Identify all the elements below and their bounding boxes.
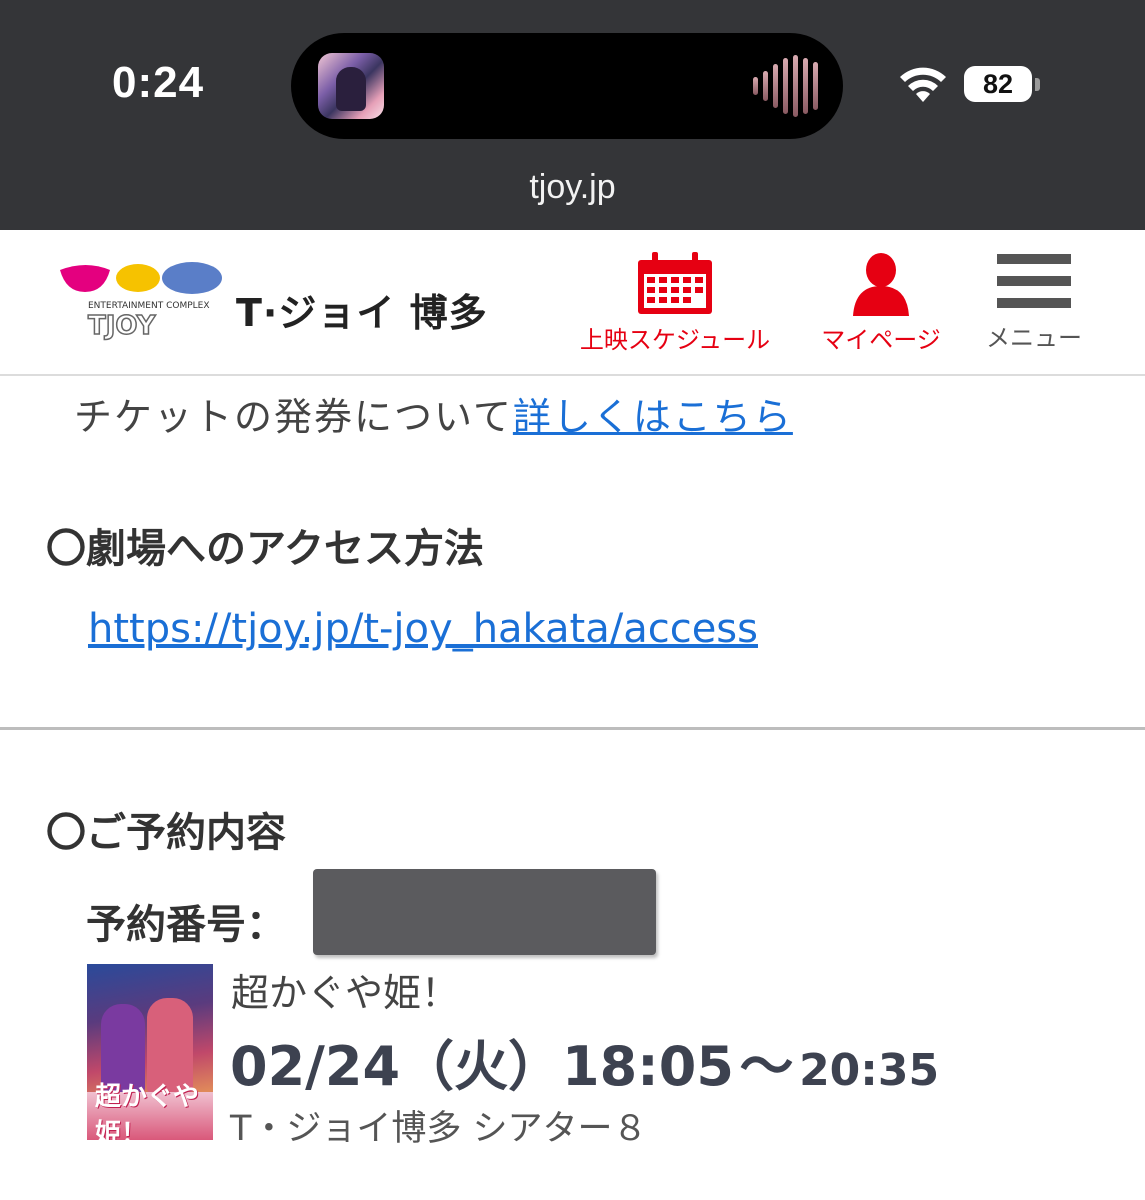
end-time: 20:35 [799,1045,940,1096]
reservation-number-label: 予約番号： [86,902,286,948]
audio-waveform-icon [751,55,821,117]
time-separator: 〜 [739,1035,794,1098]
theater-name: T·ジョイ 博多 [236,291,488,335]
access-link[interactable]: https://tjoy.jp/t-joy_hakata/access [88,606,758,652]
status-bar: 0:24 82 tjoy.jp [0,0,1145,230]
now-playing-artwork [318,53,384,119]
access-heading: 〇劇場へのアクセス方法 [46,526,484,572]
site-header: ENTERTAINMENT COMPLEX TJOY T·ジョイ 博多 上映スケ… [0,230,1145,376]
poster-title: 超かぐや姫！ [95,1082,200,1140]
dynamic-island[interactable] [291,33,843,139]
nav-schedule-button[interactable]: 上映スケジュール [572,252,778,355]
hamburger-menu-icon [997,254,1071,308]
venue-screen: T・ジョイ博多 シアター８ [230,1109,648,1149]
showtime: 02/24（火）18:05 〜 20:35 [230,1022,939,1101]
user-icon [853,253,909,316]
nav-schedule-label: 上映スケジュール [579,326,771,354]
svg-text:ENTERTAINMENT COMPLEX: ENTERTAINMENT COMPLEX [88,301,210,311]
calendar-icon [638,252,712,314]
nav-mypage-button[interactable]: マイページ [816,252,946,355]
reservation-heading: 〇ご予約内容 [46,810,286,856]
battery-nub [1035,78,1040,91]
details-link[interactable]: 詳しくはこちら [513,395,793,439]
nav-menu-label: メニュー [986,324,1082,352]
nav-mypage-label: マイページ [821,326,941,354]
ticket-issuance-note: チケットの発券について詳しくはこちら [74,386,793,441]
tjoy-logo[interactable]: ENTERTAINMENT COMPLEX TJOY [58,262,228,342]
ticket-note-text: チケットの発券について [74,395,513,439]
redacted-reservation-number [313,869,656,955]
battery-indicator: 82 [964,66,1032,102]
wifi-icon [900,67,946,102]
nav-menu-button[interactable]: メニュー [982,252,1086,353]
movie-title: 超かぐや姫！ [231,971,460,1015]
movie-poster: 超かぐや姫！ [87,964,213,1140]
svg-text:TJOY: TJOY [88,311,157,341]
address-bar-url[interactable]: tjoy.jp [0,168,1145,207]
section-divider [0,727,1145,730]
start-time: 18:05 [562,1035,734,1098]
status-time: 0:24 [112,58,205,107]
show-date: 02/24（火） [230,1035,563,1098]
